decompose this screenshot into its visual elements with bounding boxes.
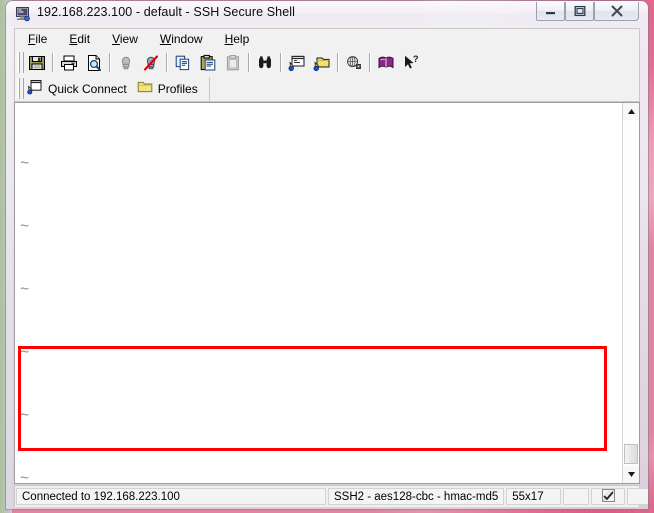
print-preview-button[interactable] xyxy=(81,51,106,74)
book-icon xyxy=(378,56,393,68)
menu-accel-help: H xyxy=(224,32,234,46)
find-button[interactable] xyxy=(252,51,277,74)
toolbar-grip[interactable] xyxy=(17,52,24,73)
connect-button[interactable] xyxy=(113,51,138,74)
terminal-screen[interactable]: ~ ~ ~ ~ ~ ~ ~ ~ ~ ~ "test.txt" [已转换] 4L,… xyxy=(15,103,623,483)
toolbar-separator-3 xyxy=(166,53,167,72)
menu-item-view[interactable]: View xyxy=(107,31,143,47)
maximize-button[interactable] xyxy=(565,2,594,21)
menu-item-edit[interactable]: Edit xyxy=(64,31,95,47)
toolbar-separator-4 xyxy=(248,53,249,72)
save-button[interactable] xyxy=(24,51,49,74)
scroll-down-icon xyxy=(627,472,635,477)
print-preview-icon xyxy=(87,54,101,71)
menu-label-help: elp xyxy=(233,32,250,46)
toolbar-separator-6 xyxy=(337,53,338,72)
quick-connect-grip[interactable] xyxy=(17,78,24,99)
help-book-button[interactable] xyxy=(373,51,398,74)
disconnect-icon xyxy=(143,54,158,71)
terminal-tilde-line: ~ xyxy=(20,218,30,236)
status-connection: Connected to 192.168.223.100 xyxy=(16,488,326,505)
paste-icon xyxy=(200,54,215,70)
terminal-tilde-line: ~ xyxy=(20,281,30,299)
terminal-tilde-line: ~ xyxy=(20,407,30,425)
terminal-tilde-line: ~ xyxy=(20,155,30,173)
toolbar-separator-1 xyxy=(52,53,53,72)
scrollbar-thumb[interactable] xyxy=(624,444,638,464)
copy-button[interactable] xyxy=(170,51,195,74)
quick-connect-icon xyxy=(27,79,43,98)
scroll-up-button[interactable] xyxy=(623,103,639,120)
minimize-button[interactable] xyxy=(536,2,565,21)
file-transfer-button[interactable] xyxy=(309,51,334,74)
floppy-disk-icon xyxy=(28,55,45,70)
toolbar: ? xyxy=(14,49,640,76)
status-bar: Connected to 192.168.223.100 SSH2 - aes1… xyxy=(14,485,648,507)
quick-connect-bar: Quick Connect Profiles xyxy=(14,76,640,102)
close-icon xyxy=(611,5,622,17)
terminal-tilde-line: ~ xyxy=(20,344,30,362)
menu-item-window[interactable]: Window xyxy=(155,31,208,47)
profiles-button[interactable]: Profiles xyxy=(134,78,205,99)
application-window: 192.168.223.100 - default - SSH Secure S… xyxy=(6,1,648,509)
copy-icon xyxy=(175,55,189,70)
folder-transfer-icon xyxy=(313,57,329,71)
terminal-tilde-line: ~ xyxy=(20,470,30,483)
menu-label-view: iew xyxy=(119,32,138,46)
printer-icon xyxy=(60,55,77,70)
terminal-window-icon xyxy=(288,55,304,71)
terminal-settings-button[interactable] xyxy=(284,51,309,74)
encryption-icon xyxy=(601,488,616,506)
terminal-area: ~ ~ ~ ~ ~ ~ ~ ~ ~ ~ "test.txt" [已转换] 4L,… xyxy=(14,102,640,484)
restore-icon xyxy=(574,5,585,17)
menu-item-help[interactable]: Help xyxy=(220,31,255,47)
menu-label-window: indow xyxy=(171,32,203,46)
terminal-text: ~ ~ ~ ~ ~ ~ ~ ~ ~ ~ "test.txt" [已转换] 4L,… xyxy=(20,112,620,483)
status-blank-panel-1 xyxy=(563,488,590,505)
paste-plain-button[interactable] xyxy=(220,51,245,74)
quick-connect-divider xyxy=(208,76,210,101)
folder-icon xyxy=(137,80,153,97)
toolbar-separator-2 xyxy=(109,53,110,72)
disconnect-button[interactable] xyxy=(138,51,163,74)
status-blank-panel-2 xyxy=(627,488,648,505)
menu-label-file: ile xyxy=(35,32,48,46)
title-bar[interactable]: 192.168.223.100 - default - SSH Secure S… xyxy=(6,1,648,27)
toolbar-separator-5 xyxy=(280,53,281,72)
context-help-button[interactable]: ? xyxy=(398,51,423,74)
status-terminal-size: 55x17 xyxy=(506,488,562,505)
menu-bar: File Edit View Window Help xyxy=(14,28,640,49)
terminal-scrollbar[interactable] xyxy=(622,103,639,483)
binoculars-icon xyxy=(258,55,271,68)
window-title: 192.168.223.100 - default - SSH Secure S… xyxy=(37,5,296,19)
minimize-icon xyxy=(545,12,555,15)
paste-button[interactable] xyxy=(195,51,220,74)
quick-connect-label: Quick Connect xyxy=(48,81,127,96)
scroll-down-button[interactable] xyxy=(623,466,639,483)
svg-text:?: ? xyxy=(413,54,419,64)
gear-globe-icon xyxy=(346,55,361,69)
profiles-label: Profiles xyxy=(157,81,198,96)
menu-item-file[interactable]: File xyxy=(23,31,52,47)
print-button[interactable] xyxy=(56,51,81,74)
connect-icon xyxy=(121,56,130,69)
global-settings-button[interactable] xyxy=(341,51,366,74)
status-encryption-panel[interactable] xyxy=(591,488,626,506)
menu-accel-window: W xyxy=(159,32,172,46)
close-button[interactable] xyxy=(594,2,639,21)
menu-label-edit: dit xyxy=(77,32,91,46)
arrow-question-icon: ? xyxy=(404,54,419,69)
status-cipher: SSH2 - aes128-cbc - hmac-md5 xyxy=(328,488,505,505)
scrollbar-track[interactable] xyxy=(623,120,639,466)
menu-accel-view: V xyxy=(112,32,120,46)
quick-connect-button[interactable]: Quick Connect xyxy=(24,78,134,99)
clipboard-icon xyxy=(226,54,239,70)
scroll-up-icon xyxy=(627,109,635,114)
ssh-terminal-icon xyxy=(15,6,31,22)
toolbar-separator-7 xyxy=(369,53,370,72)
